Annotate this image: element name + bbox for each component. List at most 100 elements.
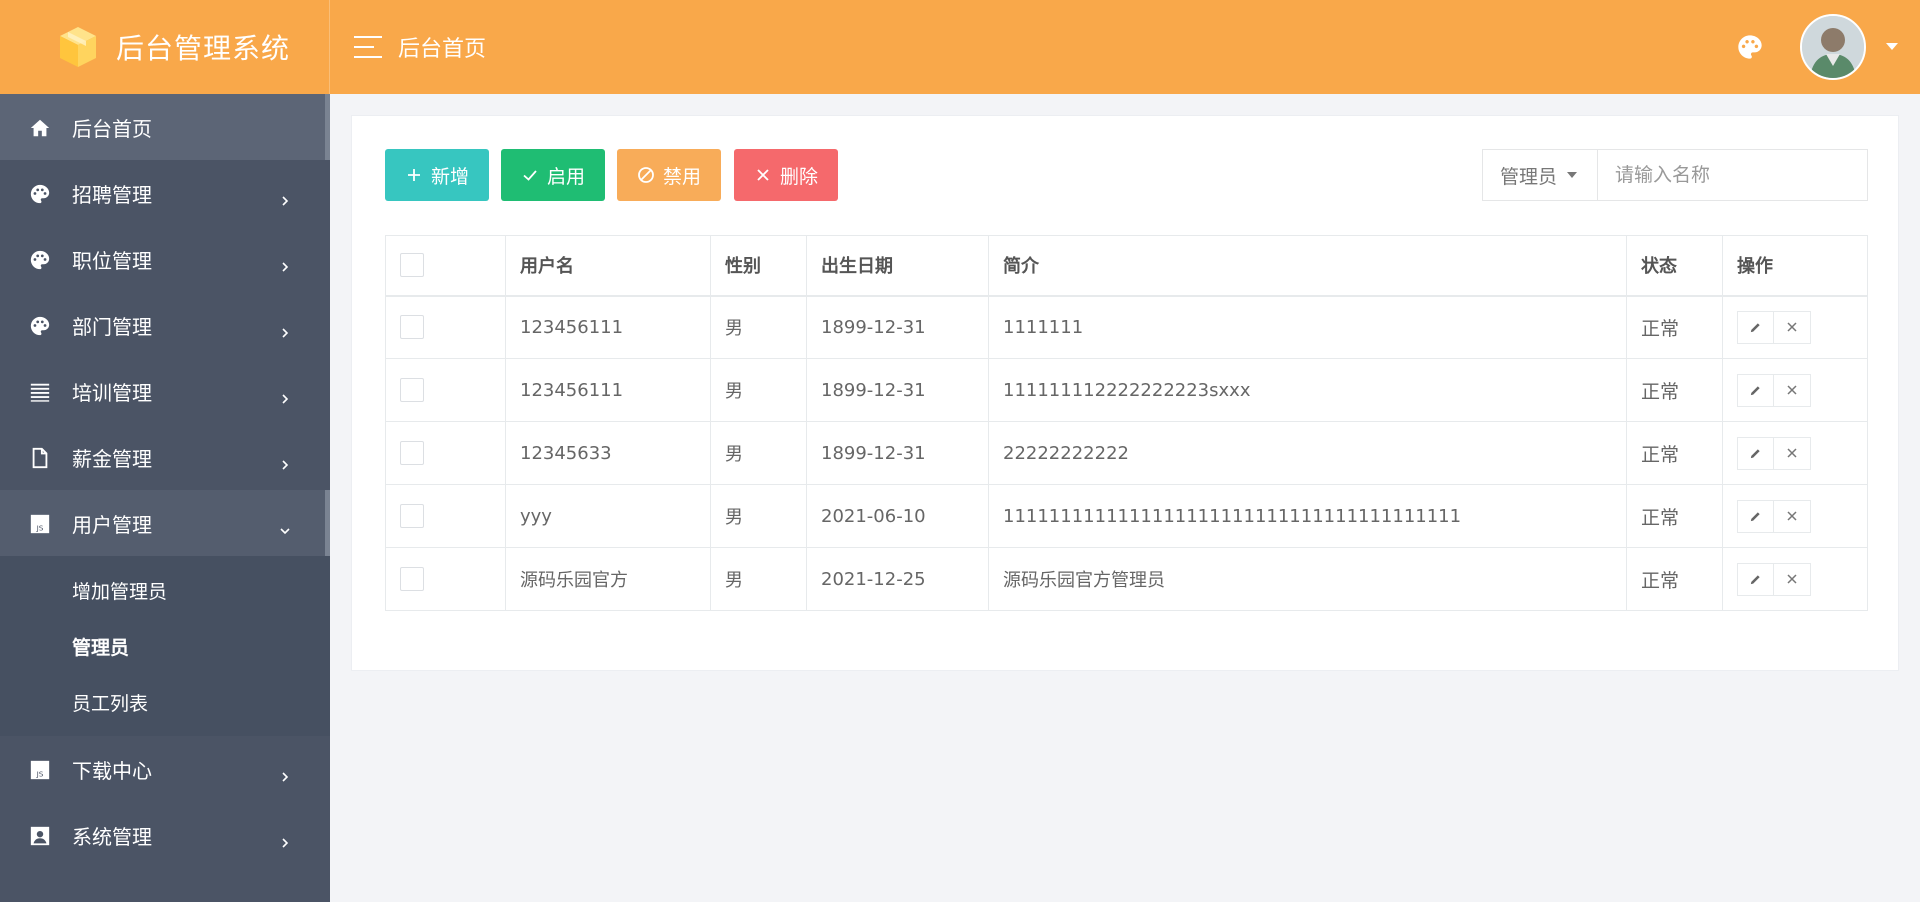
edit-button[interactable]: [1737, 436, 1774, 470]
plus-icon: [405, 166, 423, 184]
sidebar-item-salary[interactable]: 薪金管理: [0, 424, 330, 490]
enable-button[interactable]: 启用: [501, 149, 605, 201]
remove-button[interactable]: [1774, 562, 1811, 596]
search-type-select[interactable]: 管理员: [1483, 150, 1598, 200]
submenu-item-add-admin[interactable]: 增加管理员: [0, 562, 330, 618]
brand[interactable]: 后台管理系统: [0, 0, 330, 94]
username-cell: 123456111: [505, 358, 711, 422]
sidebar-item-system[interactable]: 系统管理: [0, 802, 330, 868]
sidebar-item-recruitment[interactable]: 招聘管理: [0, 160, 330, 226]
edit-button[interactable]: [1737, 562, 1774, 596]
add-button-label: 新增: [430, 165, 469, 188]
row-checkbox[interactable]: [400, 441, 424, 465]
table-row: 123456111 男 1899-12-31 11111111222222222…: [385, 358, 1868, 422]
palette-icon: [29, 183, 51, 205]
gender-cell: 男: [710, 421, 807, 485]
remove-button[interactable]: [1774, 499, 1811, 533]
chevron-right-icon: [280, 385, 290, 404]
palette-icon: [29, 249, 51, 271]
gender-cell: 男: [710, 484, 807, 548]
table-row: yyy 男 2021-06-10 11111111111111111111111…: [385, 484, 1868, 548]
id-card-icon: [29, 825, 51, 847]
pencil-icon: [1750, 385, 1760, 395]
table-header-row: 用户名 性别 出生日期 简介 状态 操作: [385, 235, 1868, 297]
add-button[interactable]: 新增: [385, 149, 489, 201]
submenu-item-employees[interactable]: 员工列表: [0, 674, 330, 730]
sidebar-item-dashboard[interactable]: 后台首页: [0, 94, 330, 160]
status-badge: 正常: [1626, 295, 1723, 359]
chevron-right-icon: [280, 319, 290, 338]
column-header[interactable]: 性别: [710, 235, 807, 297]
admin-table: 用户名 性别 出生日期 简介 状态 操作 123456111 男 1899-12…: [385, 235, 1868, 611]
js-icon: JS: [29, 513, 51, 535]
svg-text:JS: JS: [36, 523, 44, 532]
row-checkbox[interactable]: [400, 315, 424, 340]
app-title: 后台管理系统: [116, 32, 291, 65]
users-submenu: 增加管理员 管理员 员工列表: [0, 556, 330, 736]
username-cell: 12345633: [505, 421, 711, 485]
select-all-cell: [385, 235, 506, 297]
sidebar-item-label: 系统管理: [72, 824, 152, 849]
username-cell: 源码乐园官方: [505, 547, 711, 611]
sidebar-item-label: 职位管理: [72, 248, 152, 273]
chevron-down-icon: [280, 517, 290, 535]
username-cell: yyy: [505, 484, 711, 548]
row-checkbox[interactable]: [400, 504, 424, 528]
sidebar-item-label: 用户管理: [72, 512, 152, 537]
sidebar-item-downloads[interactable]: JS 下载中心: [0, 736, 330, 802]
caret-down-icon: [1567, 172, 1578, 178]
sidebar-item-positions[interactable]: 职位管理: [0, 226, 330, 292]
column-header[interactable]: 简介: [988, 235, 1627, 297]
enable-button-label: 启用: [546, 165, 585, 188]
intro-cell: 源码乐园官方管理员: [988, 547, 1627, 611]
sidebar-item-training[interactable]: 培训管理: [0, 358, 330, 424]
avatar[interactable]: [1800, 14, 1866, 80]
content-panel: 新增 启用 禁用 删除 管理员 用户名 性别 出生日期 简介 状态: [351, 115, 1899, 671]
check-icon: [521, 166, 539, 184]
search-type-value: 管理员: [1500, 165, 1558, 188]
home-tab[interactable]: 后台首页: [354, 0, 486, 94]
remove-button[interactable]: [1774, 436, 1811, 470]
table-row: 123456111 男 1899-12-31 1111111 正常: [385, 295, 1868, 359]
sidebar-item-label: 下载中心: [72, 758, 152, 783]
cube-logo-icon: [58, 25, 98, 69]
sidebar-item-users[interactable]: JS 用户管理: [0, 490, 330, 556]
edit-button[interactable]: [1737, 373, 1774, 407]
close-icon: [1787, 511, 1797, 521]
row-checkbox[interactable]: [400, 378, 424, 402]
column-header[interactable]: 状态: [1626, 235, 1723, 297]
submenu-item-admins[interactable]: 管理员: [0, 618, 330, 674]
sidebar-item-label: 培训管理: [72, 380, 152, 405]
status-badge: 正常: [1626, 421, 1723, 485]
gender-cell: 男: [710, 358, 807, 422]
ban-icon: [637, 166, 655, 184]
remove-button[interactable]: [1774, 373, 1811, 407]
edit-button[interactable]: [1737, 310, 1774, 344]
chevron-right-icon: [280, 829, 290, 848]
column-header[interactable]: 用户名: [505, 235, 711, 297]
edit-button[interactable]: [1737, 499, 1774, 533]
file-icon: [29, 447, 51, 469]
chevron-down-icon[interactable]: [1886, 43, 1898, 50]
sidebar-item-departments[interactable]: 部门管理: [0, 292, 330, 358]
disable-button[interactable]: 禁用: [617, 149, 721, 201]
select-all-checkbox[interactable]: [400, 253, 424, 278]
delete-button[interactable]: 删除: [734, 149, 838, 201]
search-input[interactable]: [1598, 150, 1867, 200]
hamburger-menu-icon[interactable]: [354, 36, 382, 58]
status-badge: 正常: [1626, 547, 1723, 611]
column-header[interactable]: 出生日期: [806, 235, 989, 297]
palette-icon[interactable]: [1736, 33, 1764, 61]
palette-icon: [29, 315, 51, 337]
gender-cell: 男: [710, 295, 807, 359]
search-bar: 管理员: [1482, 149, 1868, 201]
chevron-right-icon: [280, 451, 290, 470]
close-icon: [1787, 385, 1797, 395]
sidebar-item-label: 招聘管理: [72, 182, 152, 207]
row-checkbox[interactable]: [400, 567, 424, 591]
pencil-icon: [1750, 574, 1760, 584]
birthday-cell: 1899-12-31: [806, 421, 989, 485]
sidebar-item-label: 部门管理: [72, 314, 152, 339]
remove-button[interactable]: [1774, 310, 1811, 344]
disable-button-label: 禁用: [662, 165, 701, 188]
